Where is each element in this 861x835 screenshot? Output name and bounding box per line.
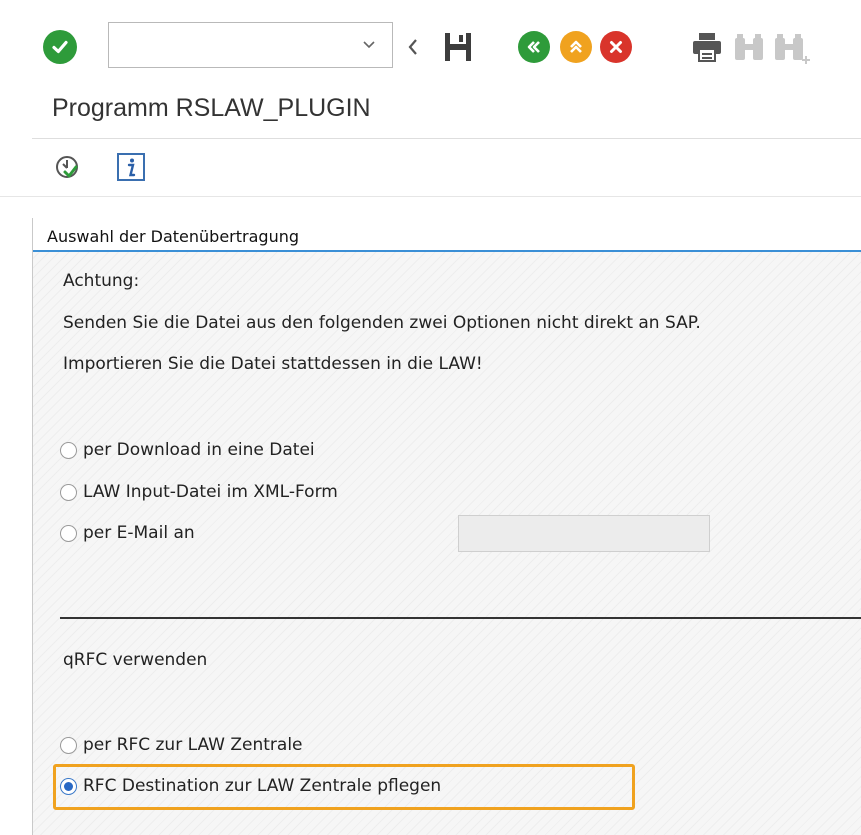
find-icon[interactable] [732,32,766,62]
warning-heading: Achtung: [63,271,140,291]
separator-line [60,617,861,619]
radio-label: per Download in eine Datei [83,440,315,460]
radio-label: per E-Mail an [83,523,195,543]
execute-icon[interactable] [52,152,82,182]
radio-xml[interactable]: LAW Input-Datei im XML-Form [60,480,338,504]
radio-download[interactable]: per Download in eine Datei [60,438,315,462]
radio-button[interactable] [60,483,77,501]
exit-up-icon[interactable] [560,31,592,63]
back-green-icon[interactable] [518,31,550,63]
info-icon[interactable] [116,152,146,182]
cancel-icon[interactable] [600,31,632,63]
chevron-down-icon[interactable] [362,37,376,51]
group-header: Auswahl der Datenübertragung [33,218,861,252]
title-divider [32,138,861,139]
radio-label: per RFC zur LAW Zentrale [83,735,303,755]
page-title: Programm RSLAW_PLUGIN [52,94,371,122]
command-field[interactable] [108,22,393,68]
radio-rfc-central[interactable]: per RFC zur LAW Zentrale [60,733,303,757]
toolbar-divider [0,196,861,197]
command-input[interactable] [115,29,349,63]
warning-line-1: Senden Sie die Datei aus den folgenden z… [63,313,701,333]
radio-button[interactable] [60,524,77,542]
radio-label: LAW Input-Datei im XML-Form [83,482,338,502]
save-icon[interactable] [442,31,474,63]
highlight-frame [53,764,635,810]
radio-button[interactable] [60,736,77,754]
email-input[interactable] [458,515,710,552]
back-icon[interactable] [405,36,421,58]
radio-button[interactable] [60,441,77,459]
check-circle-icon[interactable] [43,30,77,64]
group-title: Auswahl der Datenübertragung [47,227,299,246]
print-icon[interactable] [690,30,724,64]
radio-email[interactable]: per E-Mail an [60,521,195,545]
qrfc-label: qRFC verwenden [63,650,208,670]
system-toolbar [0,0,861,90]
find-next-icon[interactable] [772,32,812,66]
warning-line-2: Importieren Sie die Datei stattdessen in… [63,354,483,374]
